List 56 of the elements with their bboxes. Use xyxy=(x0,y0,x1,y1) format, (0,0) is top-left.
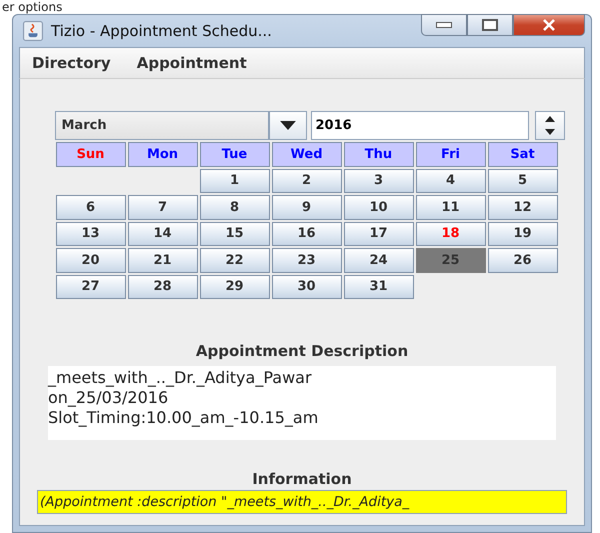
day-button[interactable]: 26 xyxy=(488,248,558,272)
day-button[interactable]: 19 xyxy=(488,222,558,246)
section-title: Appointment Description xyxy=(196,342,408,360)
day-button[interactable]: 30 xyxy=(272,274,342,299)
description-line: _meets_with_.._Dr._Aditya_Pawar xyxy=(48,368,313,388)
menu-item[interactable]: Directory xyxy=(32,54,111,72)
caret-icon xyxy=(280,121,296,130)
day-button[interactable]: 17 xyxy=(344,222,414,246)
weekday-header: Tue xyxy=(200,142,270,166)
dropdown-button[interactable] xyxy=(268,111,306,140)
description-line: on_25/03/2016 xyxy=(48,388,170,408)
close-button[interactable] xyxy=(513,14,585,36)
weekday-header: Sat xyxy=(488,142,558,166)
year-field[interactable]: 2016 xyxy=(310,111,528,140)
day-button[interactable]: 20 xyxy=(56,248,126,272)
day-button[interactable]: 9 xyxy=(272,195,342,220)
window-title: Tizio - Appointment Schedu... xyxy=(51,22,272,40)
day-button[interactable]: 3 xyxy=(344,168,414,193)
day-button[interactable]: 27 xyxy=(56,274,126,299)
day-button[interactable]: 8 xyxy=(200,195,270,220)
day-button[interactable]: 1 xyxy=(200,168,270,193)
day-button[interactable]: 7 xyxy=(128,195,198,220)
day-button[interactable]: 5 xyxy=(488,168,558,193)
day-button[interactable]: 13 xyxy=(56,222,126,246)
month-dropdown[interactable]: March xyxy=(54,111,268,140)
day-button[interactable]: 10 xyxy=(344,195,414,220)
weekday-header: Wed xyxy=(272,142,342,166)
information-field: (Appointment :description "_meets_with_.._Dr._Aditya_ xyxy=(37,490,567,514)
description-line: Slot_Timing:10.00_am_-10.15_am xyxy=(48,408,320,428)
day-button[interactable]: 16 xyxy=(272,222,342,246)
weekday-header: Thu xyxy=(344,142,414,166)
caption-text: er options xyxy=(1,0,64,14)
day-button[interactable]: 2 xyxy=(272,168,342,193)
day-button[interactable]: 4 xyxy=(416,168,486,193)
weekday-header: Sun xyxy=(56,142,126,166)
day-button[interactable]: 28 xyxy=(128,274,198,299)
day-button[interactable]: 12 xyxy=(488,195,558,220)
day-button[interactable]: 22 xyxy=(200,248,270,272)
cup-icon xyxy=(23,21,43,41)
day-button[interactable]: 21 xyxy=(128,248,198,272)
day-button[interactable]: 23 xyxy=(272,248,342,272)
day-button[interactable]: 31 xyxy=(344,274,414,299)
day-button[interactable]: 24 xyxy=(344,248,414,272)
weekday-header: Fri xyxy=(416,142,486,166)
day-button[interactable]: 6 xyxy=(56,195,126,220)
day-button[interactable]: 14 xyxy=(128,222,198,246)
close-icon xyxy=(542,19,556,31)
day-button[interactable]: 29 xyxy=(200,274,270,299)
day-button[interactable]: 11 xyxy=(416,195,486,220)
day-button[interactable]: 15 xyxy=(200,222,270,246)
weekday-header: Mon xyxy=(128,142,198,166)
maximize-button[interactable] xyxy=(467,14,513,36)
menu-item[interactable]: Appointment xyxy=(136,54,247,72)
section-title: Information xyxy=(252,470,352,488)
year-spinner[interactable] xyxy=(534,111,564,140)
minimize-button[interactable] xyxy=(421,14,467,36)
